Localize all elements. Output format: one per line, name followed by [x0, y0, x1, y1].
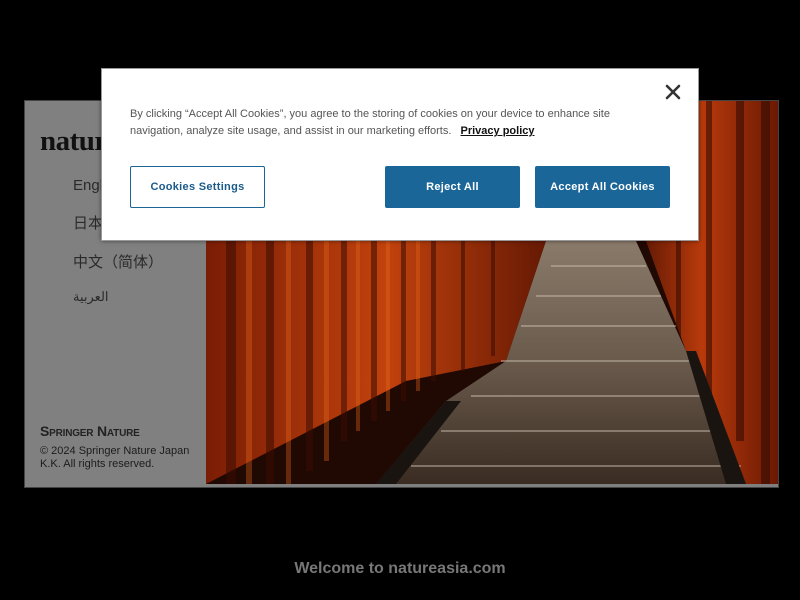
cookie-message: By clicking “Accept All Cookies”, you ag… — [130, 106, 650, 140]
close-icon[interactable] — [662, 81, 684, 103]
copyright-text: © 2024 Springer Nature Japan K.K. All ri… — [40, 445, 190, 470]
cookie-message-text: By clicking “Accept All Cookies”, you ag… — [130, 108, 610, 137]
language-arabic[interactable]: العربية — [73, 289, 109, 305]
cookies-settings-button[interactable]: Cookies Settings — [130, 166, 265, 208]
cookie-consent-dialog: By clicking “Accept All Cookies”, you ag… — [101, 68, 699, 241]
language-chinese[interactable]: 中文（简体） — [73, 251, 163, 272]
accept-all-cookies-button[interactable]: Accept All Cookies — [535, 166, 670, 208]
springer-nature-logo: Springer Nature — [40, 423, 140, 439]
welcome-text: Welcome to natureasia.com — [294, 560, 506, 577]
reject-all-button[interactable]: Reject All — [385, 166, 520, 208]
privacy-policy-link[interactable]: Privacy policy — [461, 125, 535, 137]
